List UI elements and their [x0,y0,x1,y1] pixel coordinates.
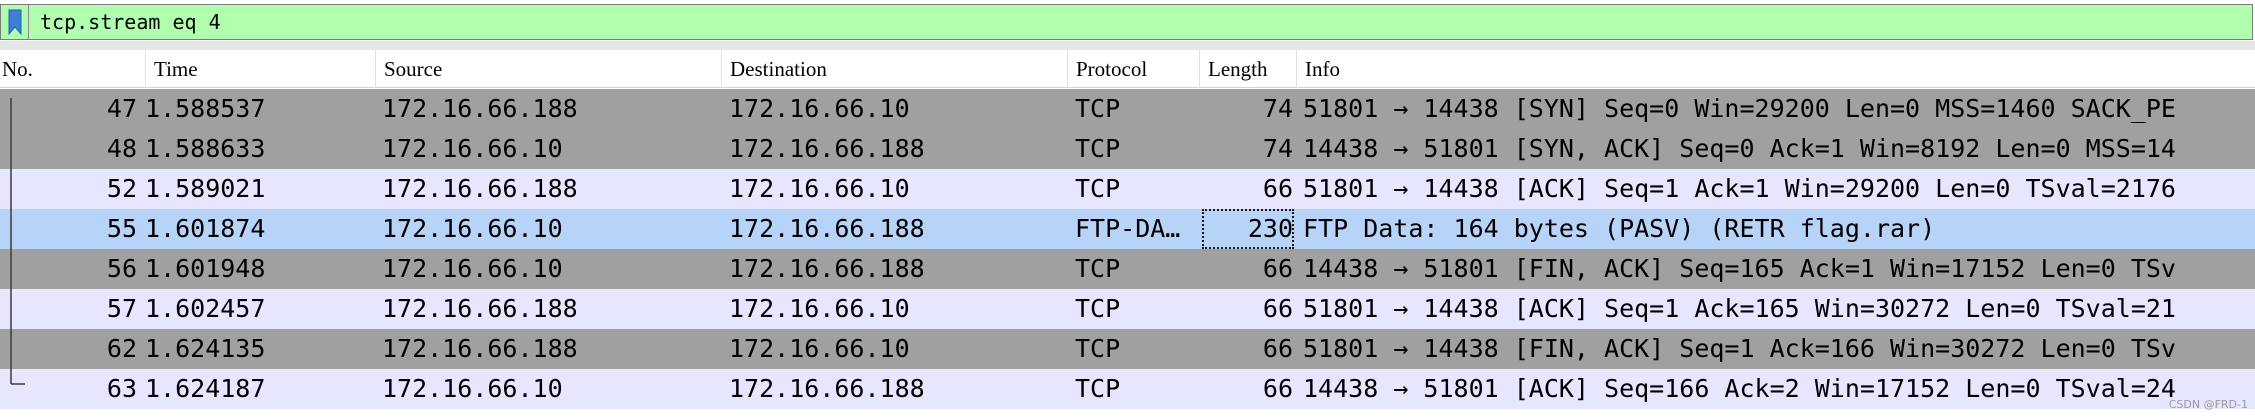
packet-length: 66 [1262,254,1293,283]
packet-protocol: TCP [1075,294,1121,323]
packet-row[interactable]: 47 1.588537 172.16.66.188 172.16.66.10 T… [0,89,2255,129]
packet-info: 14438 → 51801 [FIN, ACK] Seq=165 Ack=1 W… [1303,254,2176,283]
packet-length: 66 [1262,374,1293,403]
display-filter-input[interactable] [29,5,2252,39]
packet-source: 172.16.66.188 [382,294,578,323]
column-destination[interactable]: Destination [722,50,1068,87]
packet-row[interactable]: 63 1.624187 172.16.66.10 172.16.66.188 T… [0,369,2255,409]
column-length[interactable]: Length [1200,50,1297,87]
packet-destination: 172.16.66.10 [729,334,910,363]
column-info[interactable]: Info [1297,50,2255,87]
packet-row[interactable]: 48 1.588633 172.16.66.10 172.16.66.188 T… [0,129,2255,169]
column-source[interactable]: Source [376,50,722,87]
packet-source: 172.16.66.10 [382,374,563,403]
packet-source: 172.16.66.188 [382,94,578,123]
packet-length: 74 [1262,94,1293,123]
packet-time: 1.624187 [145,374,266,403]
packet-time: 1.624135 [145,334,266,363]
packet-source: 172.16.66.188 [382,334,578,363]
packet-row[interactable]: 57 1.602457 172.16.66.188 172.16.66.10 T… [0,289,2255,329]
packet-destination: 172.16.66.10 [729,294,910,323]
packet-time: 1.589021 [145,174,266,203]
packet-row-selected[interactable]: 55 1.601874 172.16.66.10 172.16.66.188 F… [0,209,2255,249]
conversation-bracket-icon [10,98,25,385]
packet-length: 66 [1262,174,1293,203]
packet-row[interactable]: 56 1.601948 172.16.66.10 172.16.66.188 T… [0,249,2255,289]
packet-row[interactable]: 62 1.624135 172.16.66.188 172.16.66.10 T… [0,329,2255,369]
packet-info: FTP Data: 164 bytes (PASV) (RETR flag.ra… [1303,214,1936,243]
packet-source: 172.16.66.10 [382,214,563,243]
packet-length: 74 [1262,134,1293,163]
display-filter-bar [0,4,2253,40]
packet-row[interactable]: 52 1.589021 172.16.66.188 172.16.66.10 T… [0,169,2255,209]
packet-destination: 172.16.66.188 [729,374,925,403]
packet-time: 1.602457 [145,294,266,323]
packet-time: 1.601948 [145,254,266,283]
packet-protocol: TCP [1075,174,1121,203]
packet-info: 14438 → 51801 [ACK] Seq=166 Ack=2 Win=17… [1303,374,2176,403]
packet-destination: 172.16.66.188 [729,134,925,163]
packet-destination: 172.16.66.10 [729,174,910,203]
bookmark-icon[interactable] [1,5,29,39]
packet-protocol: TCP [1075,94,1121,123]
packet-list-header: No. Time Source Destination Protocol Len… [0,50,2255,88]
packet-protocol: TCP [1075,254,1121,283]
packet-time: 1.601874 [145,214,266,243]
column-time[interactable]: Time [146,50,376,87]
packet-length: 66 [1262,334,1293,363]
packet-info: 51801 → 14438 [FIN, ACK] Seq=1 Ack=166 W… [1303,334,2176,363]
packet-destination: 172.16.66.188 [729,254,925,283]
packet-source: 172.16.66.188 [382,174,578,203]
packet-info: 51801 → 14438 [ACK] Seq=1 Ack=165 Win=30… [1303,294,2176,323]
packet-protocol: FTP-DA… [1075,214,1181,243]
packet-time: 1.588537 [145,94,266,123]
packet-protocol: TCP [1075,374,1121,403]
packet-time: 1.588633 [145,134,266,163]
pane-separator [0,41,2255,50]
packet-protocol: TCP [1075,134,1121,163]
column-protocol[interactable]: Protocol [1068,50,1200,87]
packet-length: 66 [1262,294,1293,323]
packet-length-focused-cell[interactable]: 230 [1202,209,1294,249]
packet-destination: 172.16.66.188 [729,214,925,243]
packet-source: 172.16.66.10 [382,254,563,283]
packet-protocol: TCP [1075,334,1121,363]
column-no[interactable]: No. [0,50,146,87]
packet-source: 172.16.66.10 [382,134,563,163]
packet-info: 14438 → 51801 [SYN, ACK] Seq=0 Ack=1 Win… [1303,134,2176,163]
packet-info: 51801 → 14438 [SYN] Seq=0 Win=29200 Len=… [1303,94,2176,123]
packet-destination: 172.16.66.10 [729,94,910,123]
packet-info: 51801 → 14438 [ACK] Seq=1 Ack=1 Win=2920… [1303,174,2176,203]
watermark: CSDN @FRD-1 [2168,398,2248,411]
